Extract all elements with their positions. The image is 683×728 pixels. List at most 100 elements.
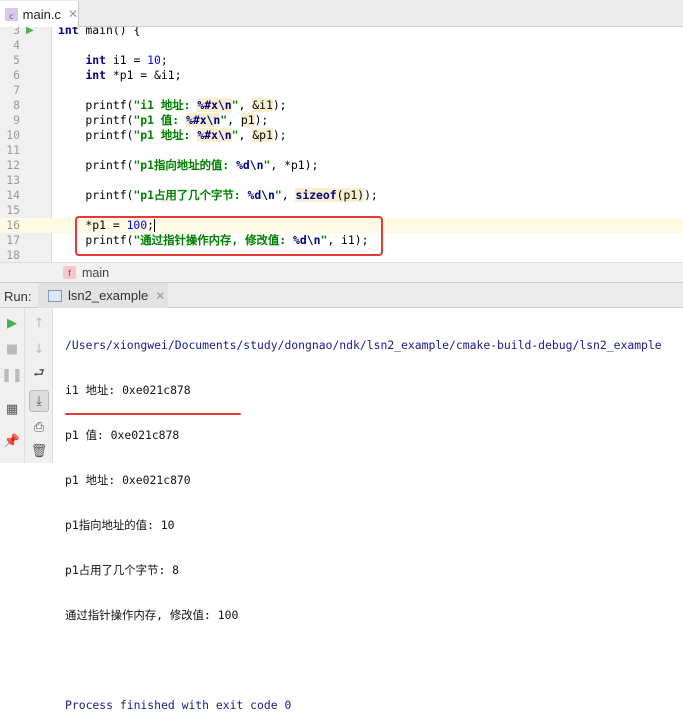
console-line: 通过指针操作内存, 修改值: 100 [65, 608, 239, 622]
code-line[interactable]: 4 [0, 38, 683, 53]
code-token: , *p1); [270, 158, 319, 172]
code-line[interactable]: 11 [0, 143, 683, 158]
line-number: 15 [6, 203, 20, 217]
function-icon: f [63, 266, 76, 279]
console-toolbar: ↑ ↓ ⮐ ⤓ ⎙ 🗑 [25, 308, 53, 463]
code-token: %d\n [247, 188, 275, 202]
line-number: 3 [13, 27, 20, 37]
code-line[interactable]: 5 int i1 = 10; [0, 53, 683, 68]
code-token: "i1 地址: [133, 98, 198, 112]
line-number: 11 [6, 143, 20, 157]
code-token: int [85, 68, 107, 82]
breadcrumb[interactable]: f main [0, 262, 683, 282]
code-line[interactable]: 12 printf("p1指向地址的值: %d\n", *p1); [0, 158, 683, 173]
line-number: 16 [6, 218, 20, 232]
code-line[interactable]: 13 [0, 173, 683, 188]
line-number: 9 [13, 113, 20, 127]
code-token: 10 [147, 53, 161, 67]
print-icon[interactable]: ⎙ [29, 418, 49, 436]
code-line[interactable]: 14 printf("p1占用了几个字节: %d\n", sizeof(p1))… [0, 188, 683, 203]
code-token: printf( [58, 158, 134, 172]
code-token: ); [272, 128, 287, 142]
code-token: printf( [58, 188, 134, 202]
c-file-icon: c [5, 7, 18, 21]
breadcrumb-function[interactable]: main [82, 266, 109, 280]
run-label: Run: [4, 289, 32, 304]
code-line[interactable]: 10 printf("p1 地址: %#x\n", &p1); [0, 128, 683, 143]
line-number: 14 [6, 188, 20, 202]
code-token: *p1 = &i1; [106, 68, 182, 82]
code-token: ); [254, 113, 269, 127]
console-line: p1 值: 0xe021c878 [65, 428, 180, 442]
scroll-to-end-icon[interactable]: ⤓ [29, 390, 49, 412]
code-token: , [238, 98, 253, 112]
run-side-toolbar: ▶ ■ ❚❚ ▦ 📌 [0, 308, 25, 463]
code-token: (p1) [336, 188, 365, 202]
console-path: /Users/xiongwei/Documents/study/dongnao/… [65, 338, 662, 352]
up-arrow-icon[interactable]: ↑ [29, 314, 49, 332]
code-line[interactable]: 9 printf("p1 值: %#x\n", p1); [0, 113, 683, 128]
layout-icon[interactable]: ▦ [2, 400, 22, 418]
code-token: "p1 地址: [133, 128, 198, 142]
line-number: 8 [13, 98, 20, 112]
down-arrow-icon[interactable]: ↓ [29, 340, 49, 358]
annotation-underline [65, 413, 241, 415]
code-token: i1 = [106, 53, 148, 67]
line-number: 4 [13, 38, 20, 52]
run-tab[interactable]: lsn2_example ✕ [38, 283, 168, 308]
trash-icon[interactable]: 🗑 [29, 442, 49, 460]
pause-icon[interactable]: ❚❚ [1, 366, 23, 384]
console-line: p1占用了几个字节: 8 [65, 563, 180, 577]
rerun-icon[interactable]: ▶ [2, 314, 22, 332]
code-token: "p1指向地址的值: [133, 158, 237, 172]
run-gutter-icon[interactable]: ▶ [26, 27, 34, 36]
code-token: " [231, 128, 239, 142]
code-text: printf("p1 地址: %#x\n", &p1); [58, 128, 287, 143]
code-token: &p1 [252, 128, 273, 142]
tab-main-c[interactable]: c main.c ✕ [0, 1, 79, 27]
code-token: ; [160, 53, 168, 67]
code-token: %d\n [236, 158, 264, 172]
code-text: printf("p1 值: %#x\n", p1); [58, 113, 268, 128]
line-number: 12 [6, 158, 20, 172]
code-token: p1 [240, 113, 255, 127]
code-token: ); [364, 188, 378, 202]
line-number: 6 [13, 68, 20, 82]
line-number: 5 [13, 53, 20, 67]
code-token: "p1 值: [133, 113, 186, 127]
run-toolbar: Run: lsn2_example ✕ [0, 282, 683, 308]
soft-wrap-icon[interactable]: ⮐ [29, 366, 49, 384]
exit-message: Process finished with exit code 0 [65, 698, 292, 712]
code-token: , [281, 188, 296, 202]
code-line[interactable]: 6 int *p1 = &i1; [0, 68, 683, 83]
close-run-tab-icon[interactable]: ✕ [155, 289, 165, 303]
code-line[interactable]: 7 [0, 83, 683, 98]
annotation-box [75, 216, 383, 256]
code-token: int [85, 53, 107, 67]
line-number: 17 [6, 233, 20, 247]
code-token: %#x\n [185, 113, 221, 127]
code-token: , [238, 128, 253, 142]
code-token: "p1占用了几个字节: [133, 188, 248, 202]
code-token: printf( [58, 113, 134, 127]
close-tab-icon[interactable]: ✕ [68, 7, 78, 21]
code-token: int [58, 27, 79, 37]
run-tab-label: lsn2_example [68, 288, 149, 303]
console-output[interactable]: /Users/xiongwei/Documents/study/dongnao/… [65, 308, 662, 728]
code-token: %#x\n [197, 128, 232, 142]
line-number: 18 [6, 248, 20, 262]
console-line: i1 地址: 0xe021c878 [65, 383, 191, 397]
console-line: p1指向地址的值: 10 [65, 518, 175, 532]
code-token: %#x\n [197, 98, 232, 112]
code-text: int *p1 = &i1; [58, 68, 181, 83]
stop-icon[interactable]: ■ [2, 340, 22, 358]
code-text: int main() { [58, 27, 140, 38]
code-line[interactable]: 8 printf("i1 地址: %#x\n", &i1); [0, 98, 683, 113]
pin-icon[interactable]: 📌 [2, 432, 22, 450]
code-line[interactable]: 3 int main() { [0, 27, 683, 38]
code-token: sizeof [295, 188, 337, 202]
console-line: p1 地址: 0xe021c870 [65, 473, 191, 487]
code-text: printf("i1 地址: %#x\n", &i1); [58, 98, 287, 113]
